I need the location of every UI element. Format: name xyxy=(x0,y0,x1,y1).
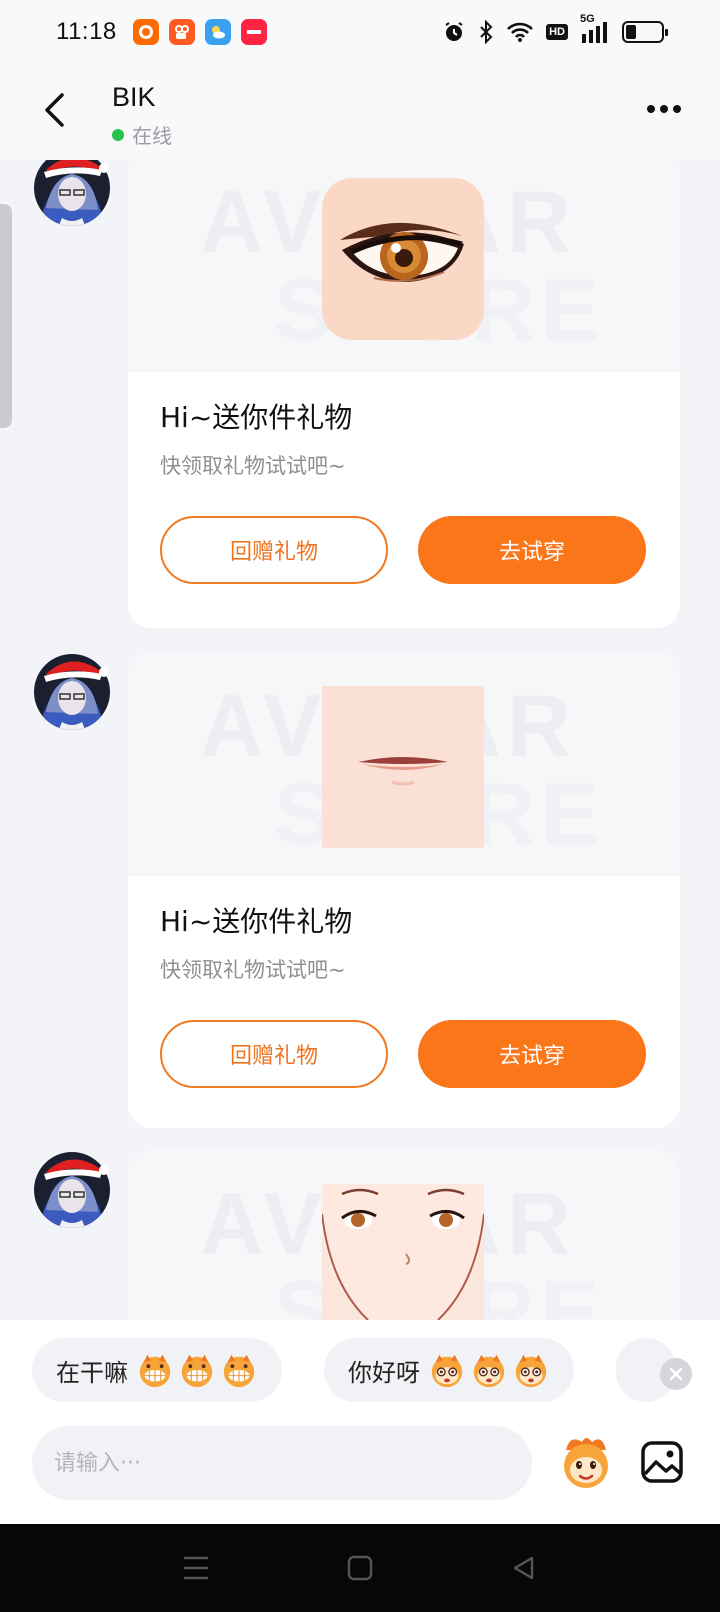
avatar-image xyxy=(34,1152,110,1228)
online-dot-icon xyxy=(112,128,124,141)
back-triangle-icon xyxy=(513,1556,534,1580)
avatar[interactable] xyxy=(32,1150,112,1230)
lips-item-image xyxy=(322,686,484,848)
avatar[interactable] xyxy=(32,160,112,228)
hd-badge: HD xyxy=(546,24,568,40)
xiaohongshu-app-icon xyxy=(240,19,267,45)
menu-icon xyxy=(184,1556,208,1580)
quick-reply-chip[interactable]: 在干嘛 xyxy=(32,1338,282,1402)
try-on-button[interactable]: 去试穿 xyxy=(418,516,646,584)
quick-reply-row[interactable]: 在干嘛 你好呀 xyxy=(0,1334,720,1406)
gift-card-subtitle: 快领取礼物试试吧~ xyxy=(160,454,346,478)
gift-item-preview[interactable]: AVATARSTORE xyxy=(128,652,680,876)
alarm-icon xyxy=(442,19,466,45)
gift-card-subtitle: 快领取礼物试试吧~ xyxy=(160,958,346,982)
avatar[interactable] xyxy=(32,652,112,732)
battery-icon xyxy=(622,21,668,43)
bottom-panel: 在干嘛 你好呀 xyxy=(0,1320,720,1524)
image-button[interactable] xyxy=(638,1438,686,1486)
face-item-image xyxy=(321,1184,485,1320)
online-status: 在线 xyxy=(112,120,172,149)
kuaishou-app-icon xyxy=(168,19,195,45)
chevron-left-icon xyxy=(45,93,64,127)
quick-reply-text: 你好呀 xyxy=(348,1358,420,1387)
wifi-icon xyxy=(506,19,534,45)
menu-nav-button[interactable] xyxy=(180,1552,212,1584)
grin-emoji-icon xyxy=(223,1354,255,1388)
quick-reply-text: 在干嘛 xyxy=(56,1358,128,1387)
return-gift-button[interactable]: 回赠礼物 xyxy=(160,1020,388,1088)
taobao-app-icon xyxy=(132,19,159,45)
gift-card: AVATARSTORE Hi~送你件礼物 快领取礼物试试吧~ 回赠礼物 去试穿 xyxy=(128,652,680,1128)
message-input-container[interactable] xyxy=(32,1426,532,1500)
scroll-indicator[interactable] xyxy=(0,204,12,428)
back-nav-button[interactable] xyxy=(508,1552,540,1584)
avatar-image xyxy=(34,160,110,226)
gift-card: AVATARSTORE Hi~送你件礼物 快领取 xyxy=(128,160,680,628)
gift-card: AVATARSTORE xyxy=(128,1150,680,1320)
emoji-button[interactable] xyxy=(556,1432,616,1492)
avatar-image xyxy=(34,654,110,730)
message-input[interactable] xyxy=(54,1450,510,1476)
quick-reply-chip[interactable]: 你好呀 xyxy=(324,1338,574,1402)
close-quick-replies-button[interactable] xyxy=(660,1358,692,1390)
monkey-emoji-icon xyxy=(515,1354,547,1388)
close-icon xyxy=(669,1367,683,1381)
gift-item-preview[interactable]: AVATARSTORE xyxy=(128,160,680,372)
network-type-label: 5G xyxy=(580,13,595,25)
online-status-text: 在线 xyxy=(132,124,172,148)
grin-emoji-icon xyxy=(139,1354,171,1388)
more-dot-icon xyxy=(647,105,655,113)
status-app-icons xyxy=(132,19,267,45)
try-on-button[interactable]: 去试穿 xyxy=(418,1020,646,1088)
gift-card-title: Hi~送你件礼物 xyxy=(160,905,353,938)
home-nav-button[interactable] xyxy=(344,1552,376,1584)
chat-title: BIK xyxy=(112,82,156,112)
more-dot-icon xyxy=(660,105,668,113)
bluetooth-icon xyxy=(478,19,494,45)
weather-app-icon xyxy=(204,19,231,45)
system-nav-bar xyxy=(0,1524,720,1612)
return-gift-button[interactable]: 回赠礼物 xyxy=(160,516,388,584)
back-button[interactable] xyxy=(36,90,72,130)
monkey-emoji-icon xyxy=(473,1354,505,1388)
more-dot-icon xyxy=(673,105,681,113)
status-bar: 11:18 HD 5G xyxy=(0,0,720,64)
chat-header: BIK 在线 xyxy=(0,64,720,160)
image-icon xyxy=(641,1441,683,1483)
status-time: 11:18 xyxy=(56,18,117,45)
status-right-icons: HD 5G xyxy=(442,13,668,45)
eye-item-image xyxy=(322,178,484,340)
home-square-icon xyxy=(347,1555,373,1581)
gift-item-preview[interactable]: AVATARSTORE xyxy=(128,1150,680,1320)
message-list[interactable]: AVATARSTORE Hi~送你件礼物 快领取 xyxy=(0,160,720,1320)
monkey-emoji-icon xyxy=(431,1354,463,1388)
gift-card-title: Hi~送你件礼物 xyxy=(160,401,353,434)
grin-emoji-icon xyxy=(181,1354,213,1388)
signal-icon: 5G xyxy=(580,13,610,45)
monkey-sticker-icon xyxy=(564,1438,608,1488)
more-options-button[interactable] xyxy=(644,94,684,124)
battery-level xyxy=(626,25,637,39)
